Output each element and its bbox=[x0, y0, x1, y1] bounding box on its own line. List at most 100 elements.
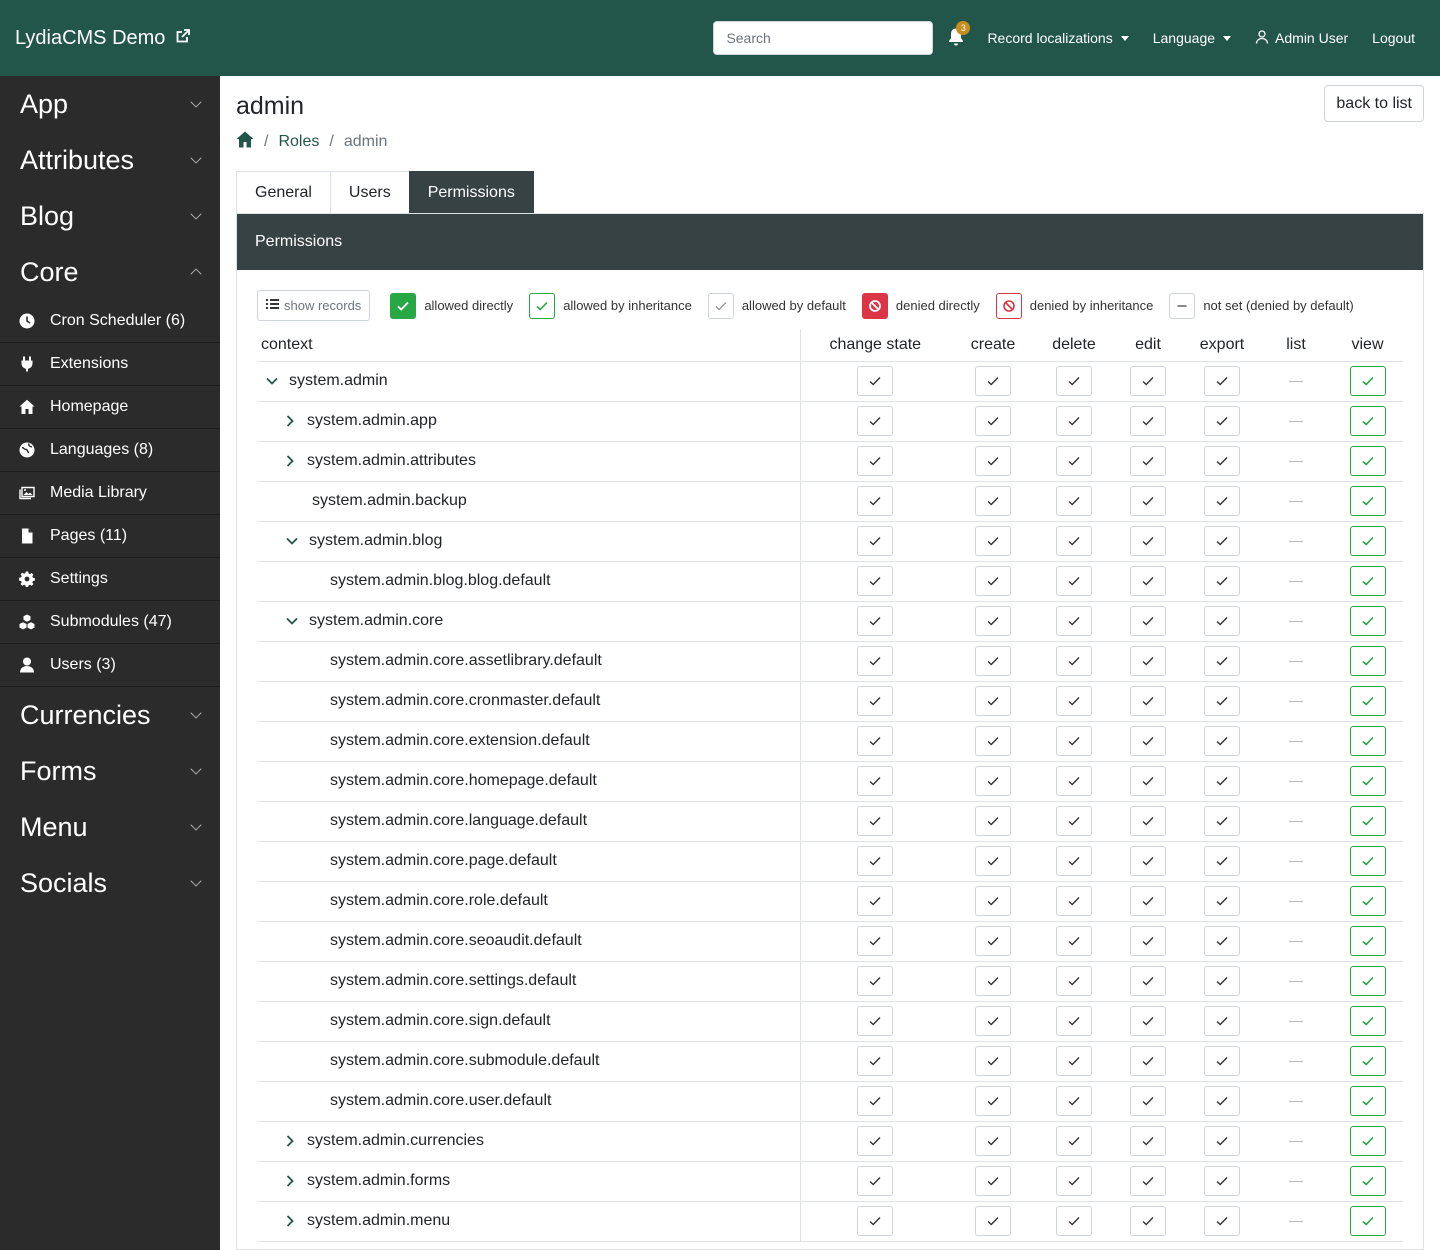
permission-toggle-view[interactable] bbox=[1349, 606, 1386, 636]
permission-toggle-change-state[interactable] bbox=[857, 1206, 894, 1236]
tab-general[interactable]: General bbox=[236, 171, 331, 213]
permission-toggle-export[interactable] bbox=[1204, 406, 1240, 436]
permission-toggle-view[interactable] bbox=[1349, 1166, 1386, 1196]
permission-toggle-delete[interactable] bbox=[1056, 566, 1092, 596]
logout-link[interactable]: Logout bbox=[1372, 30, 1415, 46]
permission-toggle-change-state[interactable] bbox=[857, 1006, 894, 1036]
sidebar-group-core[interactable]: Core bbox=[0, 244, 220, 300]
permission-toggle-export[interactable] bbox=[1204, 606, 1240, 636]
permission-toggle-change-state[interactable] bbox=[857, 606, 894, 636]
permission-toggle-export[interactable] bbox=[1204, 526, 1240, 556]
permission-toggle-export[interactable] bbox=[1204, 446, 1240, 476]
sidebar-group-blog[interactable]: Blog bbox=[0, 188, 220, 244]
permission-toggle-change-state[interactable] bbox=[857, 406, 894, 436]
external-link-icon[interactable] bbox=[175, 27, 191, 50]
permission-toggle-edit[interactable] bbox=[1130, 446, 1166, 476]
brand-name[interactable]: LydiaCMS Demo bbox=[15, 27, 165, 50]
permission-toggle-delete[interactable] bbox=[1056, 926, 1092, 956]
permission-toggle-create[interactable] bbox=[975, 886, 1011, 916]
sidebar-item-media-library[interactable]: Media Library bbox=[0, 472, 220, 515]
not-set-dash[interactable]: — bbox=[1289, 772, 1303, 788]
permission-toggle-edit[interactable] bbox=[1130, 806, 1166, 836]
tab-permissions[interactable]: Permissions bbox=[408, 171, 534, 213]
sidebar-item-submodules[interactable]: Submodules (47) bbox=[0, 601, 220, 644]
permission-toggle-delete[interactable] bbox=[1056, 1086, 1092, 1116]
not-set-dash[interactable]: — bbox=[1289, 932, 1303, 948]
permission-toggle-delete[interactable] bbox=[1056, 1206, 1092, 1236]
permission-toggle-edit[interactable] bbox=[1130, 1046, 1166, 1076]
permission-toggle-create[interactable] bbox=[975, 566, 1011, 596]
permission-toggle-export[interactable] bbox=[1204, 886, 1240, 916]
not-set-dash[interactable]: — bbox=[1289, 532, 1303, 548]
sidebar-group-forms[interactable]: Forms bbox=[0, 743, 220, 799]
permission-toggle-change-state[interactable] bbox=[857, 446, 894, 476]
not-set-dash[interactable]: — bbox=[1289, 892, 1303, 908]
permission-toggle-export[interactable] bbox=[1204, 646, 1240, 676]
permission-toggle-change-state[interactable] bbox=[857, 686, 894, 716]
sidebar-item-extensions[interactable]: Extensions bbox=[0, 343, 220, 386]
permission-toggle-delete[interactable] bbox=[1056, 1126, 1092, 1156]
chevron-right-icon[interactable] bbox=[283, 414, 297, 428]
permission-toggle-change-state[interactable] bbox=[857, 846, 894, 876]
permission-toggle-change-state[interactable] bbox=[857, 1166, 894, 1196]
permission-toggle-export[interactable] bbox=[1204, 766, 1240, 796]
permission-toggle-edit[interactable] bbox=[1130, 1166, 1166, 1196]
permission-toggle-edit[interactable] bbox=[1130, 1206, 1166, 1236]
permission-toggle-edit[interactable] bbox=[1130, 726, 1166, 756]
permission-toggle-view[interactable] bbox=[1349, 406, 1386, 436]
permission-toggle-export[interactable] bbox=[1204, 686, 1240, 716]
permission-toggle-view[interactable] bbox=[1349, 766, 1386, 796]
permission-toggle-view[interactable] bbox=[1349, 1206, 1386, 1236]
permission-toggle-export[interactable] bbox=[1204, 1006, 1240, 1036]
permission-toggle-delete[interactable] bbox=[1056, 1046, 1092, 1076]
permission-toggle-view[interactable] bbox=[1349, 1086, 1386, 1116]
not-set-dash[interactable]: — bbox=[1289, 372, 1303, 388]
permission-toggle-edit[interactable] bbox=[1130, 846, 1166, 876]
permission-toggle-delete[interactable] bbox=[1056, 846, 1092, 876]
not-set-dash[interactable]: — bbox=[1289, 972, 1303, 988]
permission-toggle-create[interactable] bbox=[975, 606, 1011, 636]
permission-toggle-export[interactable] bbox=[1204, 486, 1240, 516]
permission-toggle-export[interactable] bbox=[1204, 1166, 1240, 1196]
permission-toggle-delete[interactable] bbox=[1056, 886, 1092, 916]
show-records-button[interactable]: show records bbox=[257, 290, 371, 321]
permission-toggle-export[interactable] bbox=[1204, 726, 1240, 756]
permission-toggle-delete[interactable] bbox=[1056, 446, 1092, 476]
permission-toggle-view[interactable] bbox=[1349, 926, 1386, 956]
sidebar-item-users[interactable]: Users (3) bbox=[0, 644, 220, 687]
permission-toggle-change-state[interactable] bbox=[857, 966, 894, 996]
chevron-right-icon[interactable] bbox=[283, 1174, 297, 1188]
sidebar-item-pages[interactable]: Pages (11) bbox=[0, 515, 220, 558]
chevron-right-icon[interactable] bbox=[283, 454, 297, 468]
permission-toggle-change-state[interactable] bbox=[857, 526, 894, 556]
permission-toggle-create[interactable] bbox=[975, 726, 1011, 756]
permission-toggle-create[interactable] bbox=[975, 486, 1011, 516]
permission-toggle-change-state[interactable] bbox=[857, 926, 894, 956]
brand[interactable]: LydiaCMS Demo bbox=[15, 27, 191, 50]
permission-toggle-view[interactable] bbox=[1349, 726, 1386, 756]
sidebar-group-app[interactable]: App bbox=[0, 76, 220, 132]
permission-toggle-export[interactable] bbox=[1204, 366, 1240, 396]
permission-toggle-edit[interactable] bbox=[1130, 566, 1166, 596]
permission-toggle-create[interactable] bbox=[975, 1126, 1011, 1156]
permission-toggle-create[interactable] bbox=[975, 766, 1011, 796]
language-dropdown[interactable]: Language bbox=[1153, 30, 1232, 46]
permission-toggle-create[interactable] bbox=[975, 926, 1011, 956]
not-set-dash[interactable]: — bbox=[1289, 412, 1303, 428]
not-set-dash[interactable]: — bbox=[1289, 492, 1303, 508]
permission-toggle-create[interactable] bbox=[975, 1046, 1011, 1076]
permission-toggle-export[interactable] bbox=[1204, 566, 1240, 596]
sidebar-item-languages[interactable]: Languages (8) bbox=[0, 429, 220, 472]
permission-toggle-change-state[interactable] bbox=[857, 886, 894, 916]
permission-toggle-delete[interactable] bbox=[1056, 526, 1092, 556]
permission-toggle-create[interactable] bbox=[975, 806, 1011, 836]
permission-toggle-create[interactable] bbox=[975, 366, 1011, 396]
not-set-dash[interactable]: — bbox=[1289, 1132, 1303, 1148]
permission-toggle-create[interactable] bbox=[975, 966, 1011, 996]
permission-toggle-edit[interactable] bbox=[1130, 1086, 1166, 1116]
not-set-dash[interactable]: — bbox=[1289, 1212, 1303, 1228]
permission-toggle-edit[interactable] bbox=[1130, 766, 1166, 796]
permission-toggle-export[interactable] bbox=[1204, 966, 1240, 996]
breadcrumb-roles-link[interactable]: Roles bbox=[278, 133, 319, 151]
not-set-dash[interactable]: — bbox=[1289, 1012, 1303, 1028]
